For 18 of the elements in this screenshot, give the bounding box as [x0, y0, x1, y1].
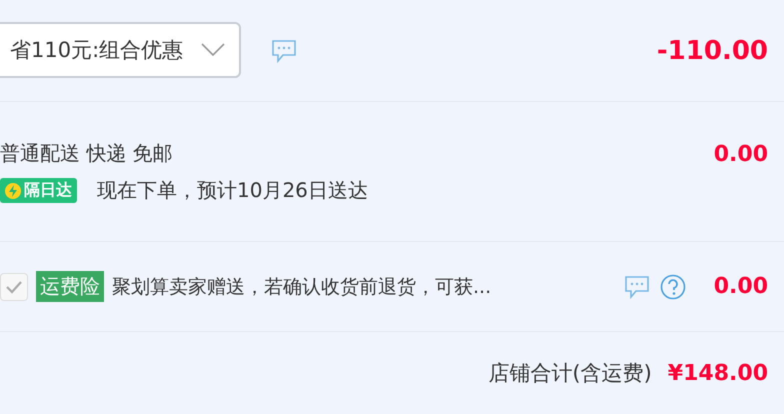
next-day-badge: 隔日达 [0, 178, 77, 203]
lightning-icon [5, 182, 21, 198]
delivery-method: 普通配送 快递 免邮 [0, 140, 174, 167]
checkmark-icon [6, 280, 22, 294]
insurance-amount: 0.00 [714, 274, 768, 299]
chat-icon[interactable] [624, 274, 650, 298]
discount-amount: -110.00 [656, 36, 768, 66]
chevron-down-icon [201, 42, 226, 56]
chat-icon[interactable] [271, 38, 298, 62]
delivery-estimate: 现在下单，预计10月26日送达 [97, 177, 368, 204]
delivery-amount: 0.00 [714, 142, 768, 167]
insurance-description: 聚划算卖家赠送，若确认收货前退货，可获... [112, 274, 492, 300]
store-total-amount: ¥148.00 [668, 360, 768, 386]
insurance-tag: 运费险 [36, 271, 104, 302]
store-total-label: 店铺合计(含运费) [488, 360, 652, 387]
help-icon[interactable] [660, 274, 686, 300]
checkbox[interactable] [0, 272, 28, 300]
discount-dropdown[interactable]: 省110元:组合优惠 [0, 22, 242, 78]
